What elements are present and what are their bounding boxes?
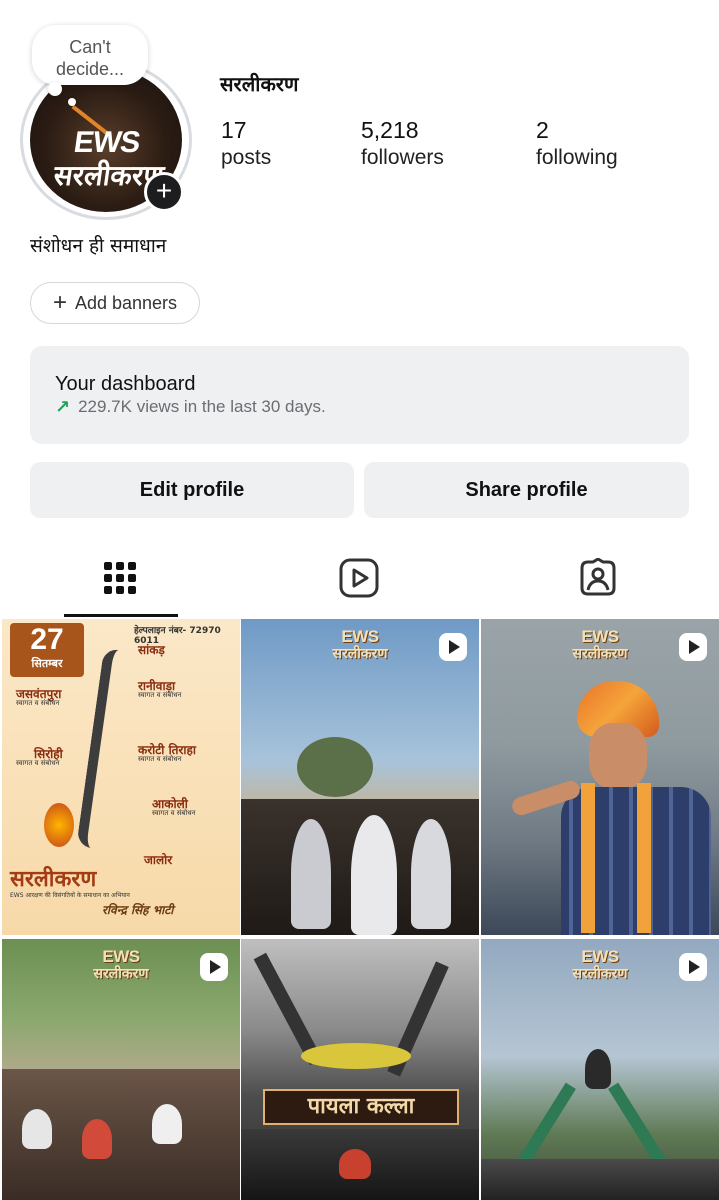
tree <box>297 737 373 797</box>
person <box>291 819 331 929</box>
poster-stop-5-detail: स्वागत व संबोधन <box>16 759 60 767</box>
marigold-garland <box>301 1043 411 1069</box>
note-bubble[interactable]: Can't decide... <box>32 25 148 85</box>
poster-road-graphic <box>76 647 134 851</box>
add-banners-label: Add banners <box>74 292 178 313</box>
grid-icon <box>104 562 136 594</box>
person <box>82 1119 112 1159</box>
tab-tagged[interactable] <box>577 556 619 600</box>
dashboard-subtitle: 229.7K views in the last 30 days. <box>78 397 326 416</box>
poster-stop-1: सांकड़ <box>138 643 165 657</box>
share-profile-button[interactable]: Share profile <box>364 462 689 518</box>
poster-stop-7: जालोर <box>144 853 173 867</box>
followers-label: followers <box>361 146 444 169</box>
person <box>411 819 451 929</box>
reel-play-icon <box>679 633 707 661</box>
poster-footer: EWS आरक्षण की विसंगतियों के समाधान का अभ… <box>10 892 130 899</box>
note-bubble-tail <box>48 82 62 96</box>
reel-play-icon <box>200 953 228 981</box>
post-tile-1[interactable]: 27 सितम्बर हेल्पलाइन नंबर- 72970 6011 सा… <box>2 619 240 935</box>
crane-arm-right <box>608 1082 666 1166</box>
add-story-plus-icon[interactable]: + <box>144 172 184 212</box>
posts-label: posts <box>221 146 272 169</box>
poster-date-badge: 27 सितम्बर <box>10 623 84 677</box>
following-value: 2 <box>536 117 549 143</box>
speaker-face <box>589 723 647 789</box>
edit-profile-button[interactable]: Edit profile <box>30 462 354 518</box>
trend-up-arrow-icon: ↗ <box>55 397 71 417</box>
post-tile-3[interactable]: EWS सरलीकरण <box>481 619 719 935</box>
poster-date-month: सितम्बर <box>31 657 63 670</box>
person <box>152 1104 182 1144</box>
poster-signature: रविन्द्र सिंह भाटी <box>102 903 174 917</box>
following-label: following <box>536 146 618 169</box>
poster-stop-6-detail: स्वागत व संबोधन <box>152 809 196 817</box>
note-line-1: Can't <box>69 37 111 57</box>
post-grid: 27 सितम्बर हेल्पलाइन नंबर- 72970 6011 सा… <box>0 619 719 1200</box>
note-line-2: decide... <box>55 59 125 79</box>
tagged-icon <box>580 558 616 596</box>
crane-arm-left <box>518 1082 576 1166</box>
post-tile-5[interactable]: पायला कल्ला <box>241 939 479 1200</box>
red-turban <box>339 1149 371 1179</box>
reels-icon <box>339 558 379 598</box>
person-on-crane <box>585 1049 611 1089</box>
plus-icon: + <box>52 289 67 316</box>
followers-value: 5,218 <box>361 117 419 143</box>
add-banners-button[interactable]: + Add banners <box>30 282 200 324</box>
poster-torch-graphic <box>44 803 74 847</box>
dashboard-title: Your dashboard <box>55 373 196 395</box>
dashboard-subtitle-row: ↗ 229.7K views in the last 30 days. <box>55 396 664 418</box>
tile-5-banner: पायला कल्ला <box>263 1089 459 1125</box>
reel-play-icon <box>439 633 467 661</box>
avatar-brand-line-1: EWS <box>71 126 142 159</box>
note-bubble-tail-small <box>68 98 76 106</box>
post-tile-2[interactable]: EWS सरलीकरण <box>241 619 479 935</box>
profile-username: सरलीकरण <box>220 72 299 96</box>
speaker-scarf <box>581 783 651 933</box>
post-tile-4[interactable]: EWS सरलीकरण <box>2 939 240 1200</box>
followers-count[interactable]: 5,218 followers <box>361 116 444 172</box>
reel-play-icon <box>679 953 707 981</box>
poster-date-day: 27 <box>30 623 64 656</box>
tab-grid[interactable] <box>99 556 141 600</box>
post-tile-6[interactable]: EWS सरलीकरण <box>481 939 719 1200</box>
dashboard-card[interactable]: Your dashboard ↗ 229.7K views in the las… <box>30 346 689 444</box>
profile-bio: संशोधन ही समाधान <box>30 235 167 257</box>
poster-stop-2-detail: स्वागत व संबोधन <box>138 691 182 699</box>
posts-value: 17 <box>221 117 247 143</box>
person <box>22 1109 52 1149</box>
posts-count[interactable]: 17 posts <box>221 116 271 172</box>
active-tab-indicator <box>64 614 178 617</box>
poster-title: सरलीकरण <box>10 867 97 892</box>
white-clothed-person <box>351 815 397 935</box>
tab-reels[interactable] <box>338 556 380 600</box>
poster-stop-4-detail: स्वागत व संबोधन <box>138 755 182 763</box>
following-count[interactable]: 2 following <box>536 116 618 172</box>
crowd <box>481 1159 719 1200</box>
poster-stop-3-detail: स्वागत व संबोधन <box>16 699 60 707</box>
